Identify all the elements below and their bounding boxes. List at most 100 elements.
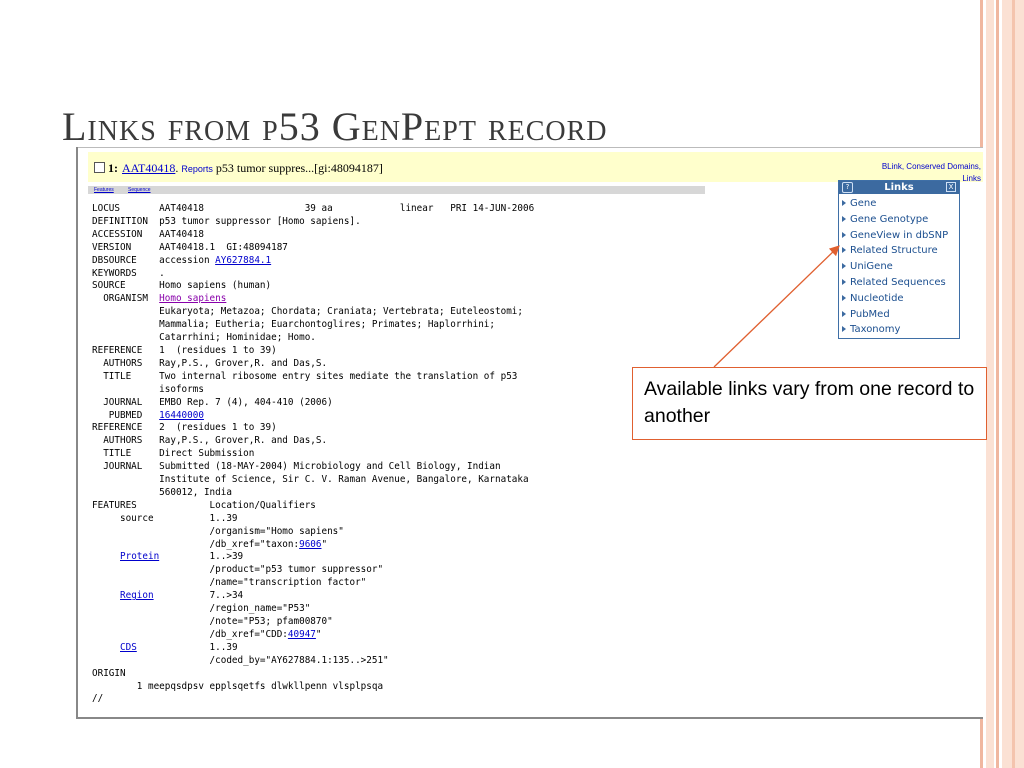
line-version: VERSION AAT40418.1 GI:48094187: [92, 241, 288, 253]
links-item-gene[interactable]: Gene: [839, 196, 959, 212]
genpept-record: LOCUS AAT40418 39 aa linear PRI 14-JUN-2…: [92, 203, 534, 706]
record-header-bar: 1: AAT40418. Reports p53 tumor suppres...[g…: [88, 152, 983, 183]
tab-sequence[interactable]: Sequence: [128, 186, 151, 194]
quote: ": [321, 538, 328, 550]
line-organism: ORGANISM: [92, 293, 160, 305]
line-region-location: 7..>34: [153, 590, 244, 602]
line-qualifier: /organism="Homo sapiens": [92, 525, 344, 537]
links-item-label: GeneView in dbSNP: [850, 229, 949, 241]
line-journal: Institute of Science, Sir C. V. Raman Av…: [92, 474, 529, 486]
triangle-right-icon: [842, 200, 846, 206]
links-item-geneview-dbsnp[interactable]: GeneView in dbSNP: [839, 228, 959, 244]
line-end: //: [92, 693, 104, 705]
line-taxonomy: Catarrhini; Hominidae; Homo.: [92, 332, 316, 344]
slide-title: Links from p53 GenPept record: [62, 104, 608, 149]
line-qualifier: /note="P53; pfam00870": [92, 616, 333, 627]
triangle-right-icon: [842, 231, 846, 238]
help-icon[interactable]: ?: [842, 182, 853, 193]
line-qualifier: /name="transcription factor": [92, 577, 367, 589]
region-link[interactable]: Region: [120, 590, 154, 601]
decor-stripe: [996, 0, 999, 768]
blink-links[interactable]: BLink, Conserved Domains,: [882, 162, 981, 171]
links-item-label: Taxonomy: [850, 324, 901, 336]
decor-stripe: [986, 0, 994, 768]
links-item-label: PubMed: [850, 308, 890, 320]
links-item-label: Related Structure: [850, 245, 938, 257]
triangle-right-icon: [842, 326, 846, 333]
line-qualifier: /product="p53 tumor suppressor": [92, 564, 384, 576]
accession-link[interactable]: AAT40418: [122, 161, 175, 175]
links-item-taxonomy[interactable]: Taxonomy: [839, 322, 959, 338]
links-item-gene-genotype[interactable]: Gene Genotype: [839, 212, 959, 228]
reports-link[interactable]: Reports: [181, 164, 213, 174]
links-item-related-structure[interactable]: Related Structure: [839, 243, 959, 259]
links-item-nucleotide[interactable]: Nucleotide: [839, 291, 959, 307]
line-features: FEATURES Location/Qualifiers: [92, 499, 316, 511]
close-icon[interactable]: X: [946, 182, 956, 192]
line-title: isoforms: [92, 383, 204, 395]
line-source: SOURCE Homo sapiens (human): [92, 280, 272, 292]
triangle-right-icon: [842, 278, 846, 285]
pubmed-link[interactable]: 16440000: [159, 410, 204, 421]
record-summary: 1: AAT40418. Reports p53 tumor suppres...[g…: [94, 161, 383, 176]
line-accession: ACCESSION AAT40418: [92, 228, 204, 240]
links-item-related-sequences[interactable]: Related Sequences: [839, 275, 959, 291]
divider: [78, 147, 983, 148]
triangle-right-icon: [842, 294, 846, 301]
callout-box: Available links vary from one record to …: [632, 367, 987, 440]
line-source-feature: source 1..39: [92, 512, 238, 524]
line-qualifier: /coded_by="AY627884.1:135..>251": [92, 654, 389, 666]
cdd-link[interactable]: 40947: [288, 629, 316, 640]
decor-stripe: [1012, 0, 1015, 768]
cds-link[interactable]: CDS: [120, 642, 137, 653]
line-qualifier: /db_xref="CDD:: [92, 628, 288, 640]
links-list: Gene Gene Genotype GeneView in dbSNP Rel…: [839, 194, 959, 338]
quote: ": [315, 628, 322, 640]
line-keywords: KEYWORDS .: [92, 267, 165, 279]
links-item-label: Gene: [850, 198, 877, 209]
line-taxonomy: Eukaryota; Metazoa; Chordata; Craniata; …: [92, 306, 523, 318]
protein-link[interactable]: Protein: [120, 551, 159, 562]
line-journal: JOURNAL Submitted (18-MAY-2004) Microbio…: [92, 461, 501, 473]
line-authors: AUTHORS Ray,P.S., Grover,R. and Das,S.: [92, 435, 328, 447]
organism-link[interactable]: Homo sapiens: [159, 293, 226, 304]
triangle-right-icon: [842, 247, 846, 254]
line-protein-location: 1..>39: [159, 551, 244, 563]
callout-text: Available links vary from one record to …: [644, 378, 975, 427]
line-taxonomy: Mammalia; Eutheria; Euarchontoglires; Pr…: [92, 319, 495, 331]
tab-features[interactable]: Features: [94, 186, 114, 194]
line-definition: DEFINITION p53 tumor suppressor [Homo sa…: [92, 215, 361, 227]
select-checkbox[interactable]: [94, 162, 105, 173]
section-tabs: Features Sequence: [88, 186, 705, 194]
line-title: TITLE Direct Submission: [92, 448, 255, 460]
dbsource-link[interactable]: AY627884.1: [215, 255, 271, 266]
line-locus: LOCUS AAT40418 39 aa linear PRI 14-JUN-2…: [92, 203, 535, 214]
line-reference: REFERENCE 2 (residues 1 to 39): [92, 422, 277, 434]
triangle-right-icon: [842, 263, 846, 270]
links-item-label: Gene Genotype: [850, 213, 929, 225]
links-panel-header: ? Links X: [839, 181, 959, 194]
line-journal: JOURNAL EMBO Rep. 7 (4), 404-410 (2006): [92, 396, 333, 408]
triangle-right-icon: [842, 215, 846, 222]
line-dbsource: DBSOURCE accession: [92, 254, 216, 266]
links-toggle[interactable]: Links: [962, 174, 981, 183]
line-pubmed: PUBMED: [92, 409, 160, 421]
links-panel: ? Links X Gene Gene Genotype GeneView in…: [838, 180, 960, 339]
line-qualifier: /db_xref="taxon:: [92, 538, 300, 550]
line-reference: REFERENCE 1 (residues 1 to 39): [92, 344, 277, 356]
line-sequence: 1 meepqsdpsv epplsqetfs dlwkllpenn vlspl…: [92, 680, 384, 692]
line-title: TITLE Two internal ribosome entry sites …: [92, 370, 518, 382]
links-item-unigene[interactable]: UniGene: [839, 259, 959, 275]
links-panel-title: Links: [884, 182, 914, 193]
links-item-label: UniGene: [850, 261, 893, 273]
record-number: 1:: [108, 161, 118, 175]
line-qualifier: /region_name="P53": [92, 603, 311, 615]
links-item-label: Nucleotide: [850, 292, 904, 304]
taxon-link[interactable]: 9606: [299, 539, 321, 550]
line-journal: 560012, India: [92, 486, 232, 498]
line-cds-location: 1..39: [136, 641, 238, 653]
links-item-pubmed[interactable]: PubMed: [839, 307, 959, 323]
